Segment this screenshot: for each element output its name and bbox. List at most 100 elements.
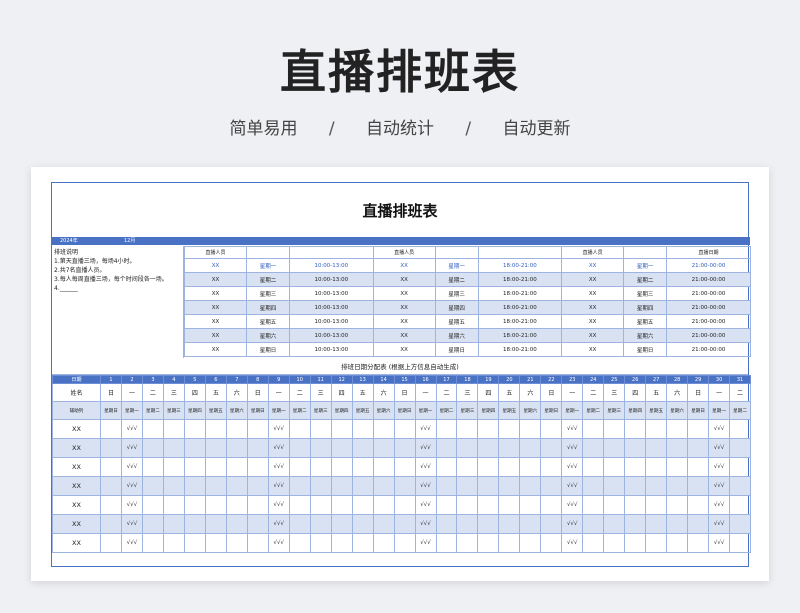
empty-cell[interactable] [246, 514, 269, 534]
empty-cell[interactable] [456, 457, 479, 477]
check-cell[interactable]: √√√ [414, 533, 437, 553]
empty-cell[interactable] [246, 533, 269, 553]
empty-cell[interactable] [162, 514, 185, 534]
empty-cell[interactable] [624, 457, 647, 477]
empty-cell[interactable] [477, 514, 500, 534]
person-cell[interactable]: XX [561, 258, 625, 273]
person-cell[interactable]: XX [561, 272, 625, 287]
check-cell[interactable]: √√√ [708, 476, 731, 496]
check-cell[interactable]: √√√ [267, 438, 290, 458]
empty-cell[interactable] [288, 457, 311, 477]
check-cell[interactable]: √√√ [120, 533, 143, 553]
empty-cell[interactable] [288, 533, 311, 553]
person-name-cell[interactable]: XX [52, 457, 101, 477]
day-cell[interactable]: 星期一 [246, 258, 290, 273]
empty-cell[interactable] [603, 419, 626, 439]
empty-cell[interactable] [645, 476, 668, 496]
time-cell[interactable]: 18:00-21:00 [477, 286, 563, 301]
empty-cell[interactable] [393, 533, 416, 553]
person-cell[interactable]: XX [372, 342, 436, 357]
empty-cell[interactable] [435, 419, 458, 439]
person-cell[interactable]: XX [184, 314, 247, 329]
empty-cell[interactable] [603, 495, 626, 515]
empty-cell[interactable] [666, 495, 689, 515]
empty-cell[interactable] [624, 476, 647, 496]
empty-cell[interactable] [666, 457, 689, 477]
empty-cell[interactable] [141, 476, 164, 496]
empty-cell[interactable] [351, 514, 374, 534]
empty-cell[interactable] [540, 476, 563, 496]
empty-cell[interactable] [645, 419, 668, 439]
empty-cell[interactable] [351, 419, 374, 439]
person-cell[interactable]: XX [372, 272, 436, 287]
person-cell[interactable]: XX [184, 300, 247, 315]
empty-cell[interactable] [624, 438, 647, 458]
empty-cell[interactable] [645, 533, 668, 553]
check-cell[interactable]: √√√ [708, 495, 731, 515]
empty-cell[interactable] [351, 533, 374, 553]
empty-cell[interactable] [540, 514, 563, 534]
person-cell[interactable]: XX [372, 286, 436, 301]
empty-cell[interactable] [582, 514, 605, 534]
day-cell[interactable]: 星期二 [434, 272, 479, 287]
empty-cell[interactable] [624, 419, 647, 439]
empty-cell[interactable] [100, 514, 122, 534]
empty-cell[interactable] [456, 514, 479, 534]
check-cell[interactable]: √√√ [120, 476, 143, 496]
person-cell[interactable]: XX [184, 258, 247, 273]
check-cell[interactable]: √√√ [120, 457, 143, 477]
empty-cell[interactable] [141, 419, 164, 439]
empty-cell[interactable] [729, 438, 752, 458]
empty-cell[interactable] [225, 476, 248, 496]
month-cell[interactable]: 12月 [124, 237, 135, 245]
empty-cell[interactable] [624, 495, 647, 515]
empty-cell[interactable] [687, 495, 710, 515]
empty-cell[interactable] [540, 438, 563, 458]
empty-cell[interactable] [246, 438, 269, 458]
empty-cell[interactable] [456, 476, 479, 496]
day-cell[interactable]: 星期六 [623, 328, 668, 343]
empty-cell[interactable] [477, 419, 500, 439]
empty-cell[interactable] [477, 457, 500, 477]
empty-cell[interactable] [477, 476, 500, 496]
empty-cell[interactable] [288, 438, 311, 458]
empty-cell[interactable] [435, 457, 458, 477]
empty-cell[interactable] [603, 438, 626, 458]
empty-cell[interactable] [372, 476, 395, 496]
empty-cell[interactable] [687, 533, 710, 553]
day-cell[interactable]: 星期六 [434, 328, 479, 343]
time-cell[interactable]: 21:00-00:00 [666, 342, 751, 357]
check-cell[interactable]: √√√ [414, 476, 437, 496]
empty-cell[interactable] [351, 457, 374, 477]
empty-cell[interactable] [225, 457, 248, 477]
empty-cell[interactable] [624, 533, 647, 553]
day-cell[interactable]: 星期日 [623, 342, 668, 357]
check-cell[interactable]: √√√ [267, 533, 290, 553]
person-cell[interactable]: XX [561, 328, 625, 343]
empty-cell[interactable] [498, 514, 521, 534]
time-cell[interactable]: 21:00-00:00 [666, 314, 751, 329]
empty-cell[interactable] [540, 419, 563, 439]
check-cell[interactable]: √√√ [120, 495, 143, 515]
empty-cell[interactable] [183, 495, 206, 515]
time-cell[interactable]: 21:00-00:00 [666, 272, 751, 287]
empty-cell[interactable] [582, 495, 605, 515]
empty-cell[interactable] [204, 533, 227, 553]
check-cell[interactable]: √√√ [120, 438, 143, 458]
empty-cell[interactable] [729, 457, 752, 477]
empty-cell[interactable] [519, 419, 542, 439]
empty-cell[interactable] [456, 495, 479, 515]
check-cell[interactable]: √√√ [708, 438, 731, 458]
empty-cell[interactable] [582, 533, 605, 553]
day-cell[interactable]: 星期日 [434, 342, 479, 357]
day-cell[interactable]: 星期二 [623, 272, 668, 287]
empty-cell[interactable] [456, 438, 479, 458]
empty-cell[interactable] [141, 457, 164, 477]
person-cell[interactable]: XX [184, 328, 247, 343]
empty-cell[interactable] [225, 533, 248, 553]
empty-cell[interactable] [666, 438, 689, 458]
empty-cell[interactable] [666, 514, 689, 534]
empty-cell[interactable] [624, 514, 647, 534]
time-cell[interactable]: 18:00-21:00 [477, 300, 563, 315]
empty-cell[interactable] [225, 419, 248, 439]
